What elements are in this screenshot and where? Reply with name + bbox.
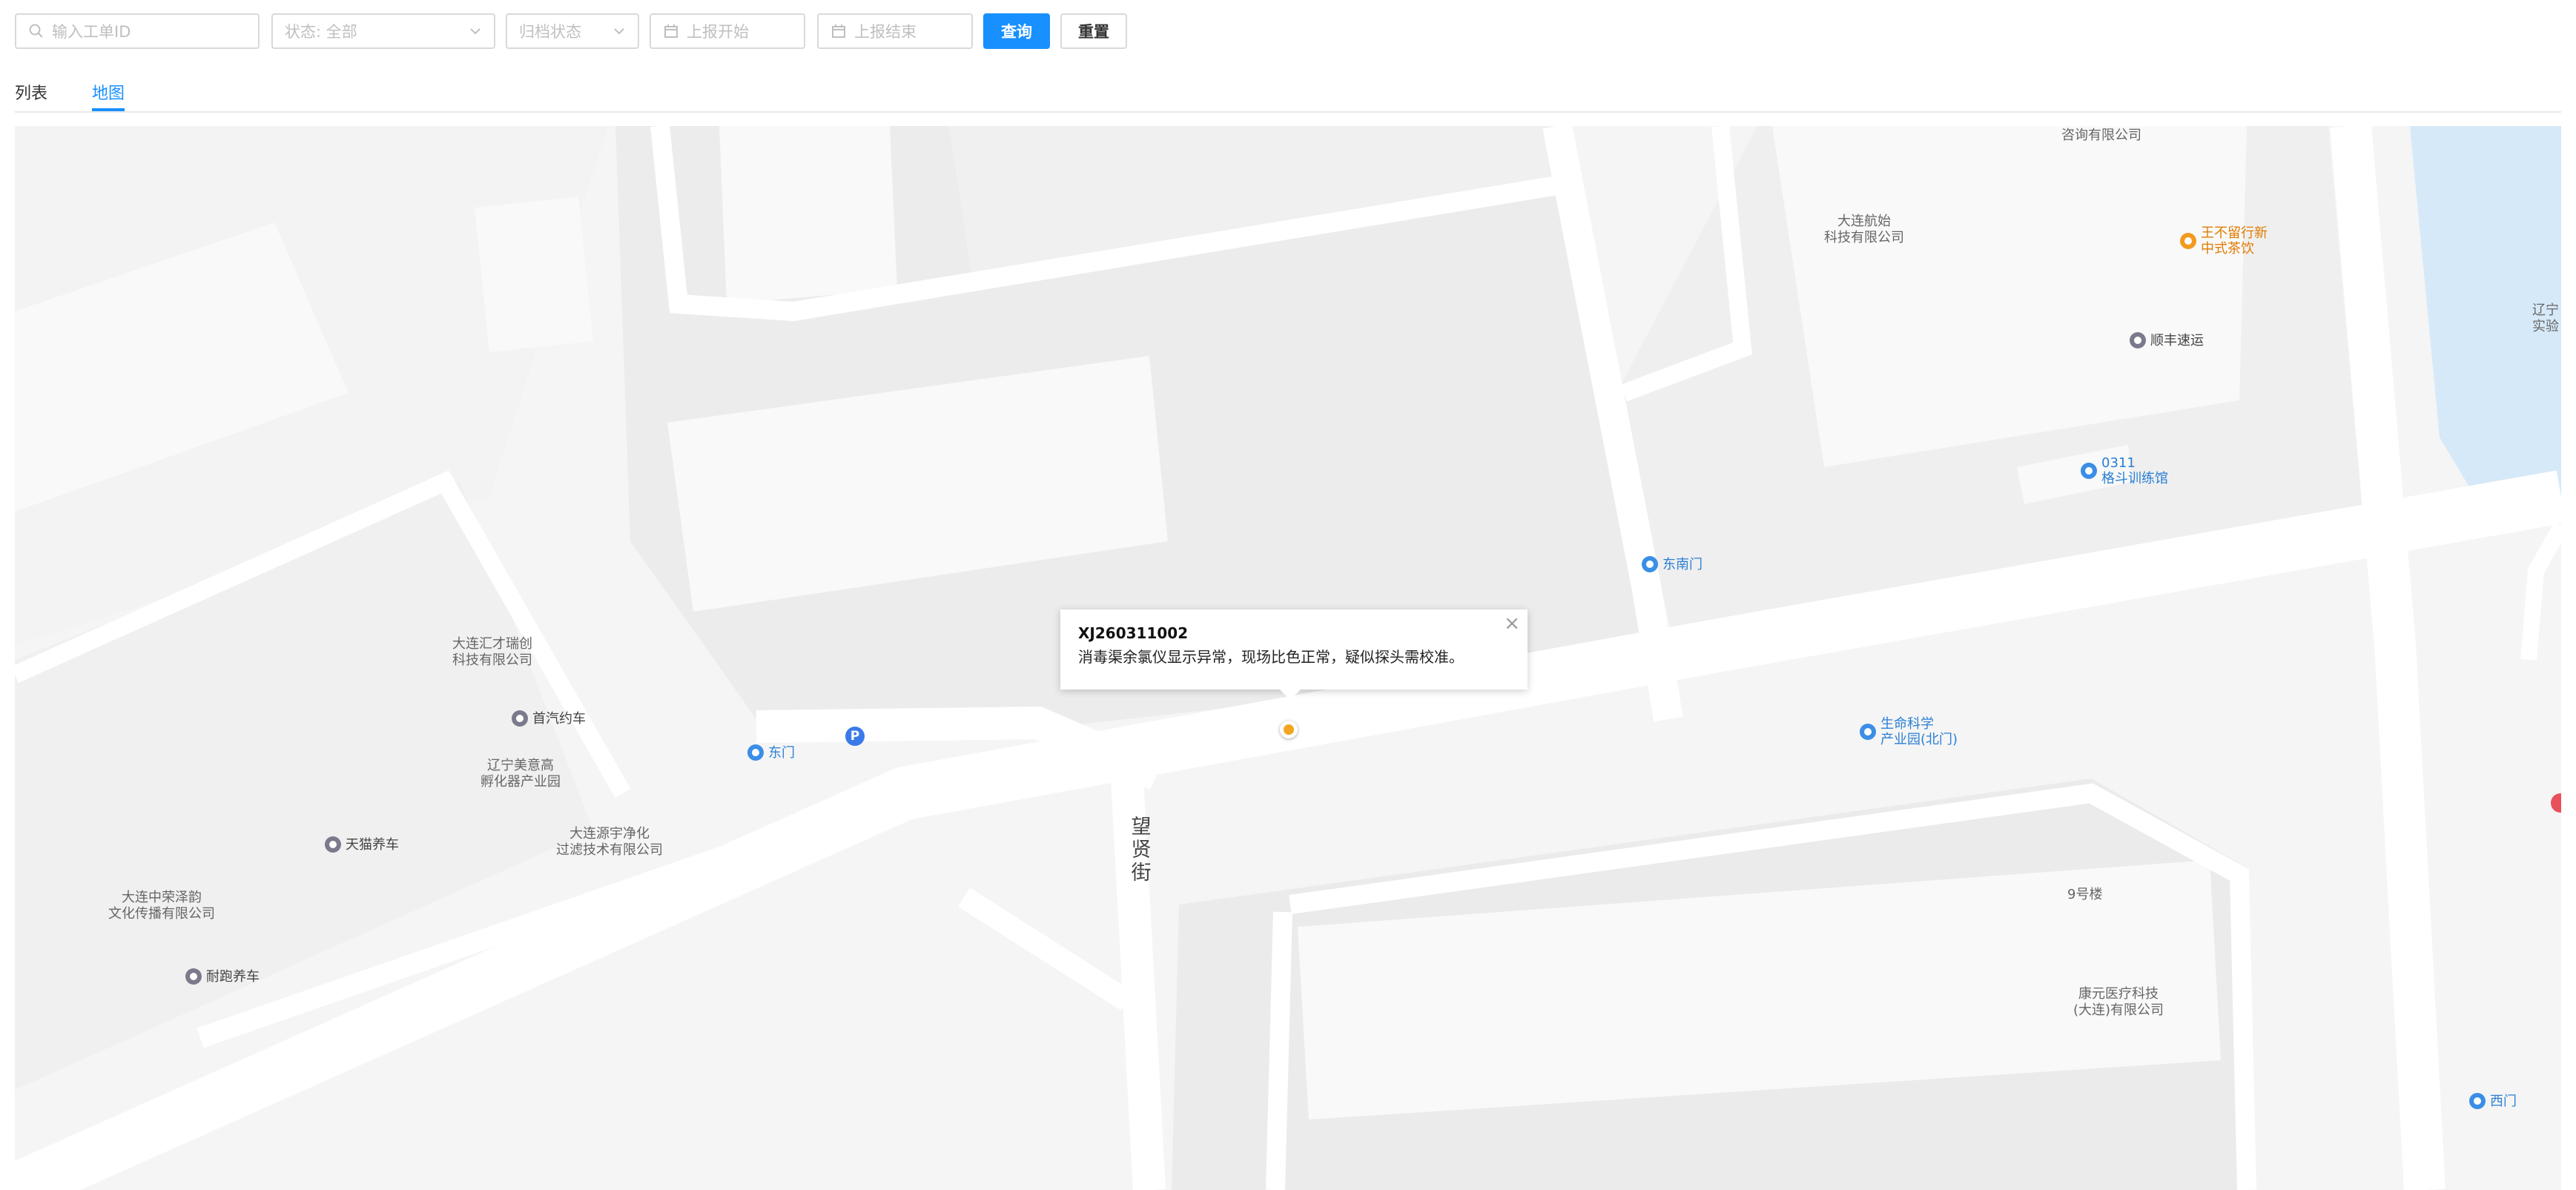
active-tab-indicator (92, 108, 125, 111)
tab-map[interactable]: 地图 (92, 80, 125, 104)
tea-icon (2180, 233, 2196, 249)
poi-car-service[interactable]: 天猫养车 (325, 836, 399, 853)
map-label: 大连航始 科技有限公司 (1824, 214, 1904, 245)
gate-icon (747, 744, 764, 761)
calendar-icon (832, 24, 845, 38)
search-icon (29, 24, 43, 38)
gate-icon (1642, 556, 1658, 572)
car-icon (512, 710, 528, 727)
report-end-date-input[interactable]: 上报结束 (817, 13, 973, 49)
chevron-down-icon (614, 28, 624, 35)
map-view[interactable]: 咨询有限公司 大连航始 科技有限公司 辽宁 实验 大连汇才瑞创 科技有限公司 辽… (15, 126, 2561, 1190)
filter-toolbar: 输入工单ID 状态: 全部 归档状态 上报开始 上报结束 查询 重置 (0, 0, 2576, 62)
status-select[interactable]: 状态: 全部 (271, 13, 495, 49)
ticket-info-popup: XJ260311002 消毒渠余氯仪显示异常，现场比色正常，疑似探头需校准。 × (1060, 609, 1528, 700)
poi-southeast-gate[interactable]: 东南门 (1642, 556, 1703, 572)
poi-car-service[interactable]: 耐跑养车 (185, 968, 260, 985)
popup-pointer (1280, 690, 1301, 700)
tab-list[interactable]: 列表 (15, 80, 47, 104)
popup-description: 消毒渠余氯仪显示异常，现场比色正常，疑似探头需校准。 (1078, 648, 1464, 666)
map-label: 大连汇才瑞创 科技有限公司 (452, 636, 532, 668)
parking-icon[interactable]: P (845, 727, 865, 746)
poi-express[interactable]: 顺丰速运 (2130, 332, 2204, 348)
reset-button[interactable]: 重置 (1060, 13, 1127, 49)
poi-west-gate[interactable]: 西门 (2469, 1093, 2517, 1109)
ticket-id-input[interactable]: 输入工单ID (15, 13, 260, 49)
map-label: 辽宁 实验 (2532, 303, 2559, 334)
delivery-icon (2130, 332, 2146, 348)
archive-status-select[interactable]: 归档状态 (506, 13, 639, 49)
gym-icon (2081, 463, 2097, 479)
gate-icon (2469, 1093, 2486, 1109)
map-label: 辽宁美意高 孵化器产业园 (480, 758, 561, 790)
ticket-marker-icon[interactable] (1280, 721, 1298, 738)
popup-ticket-id: XJ260311002 (1078, 624, 1189, 642)
poi-life-science-park[interactable]: 生命科学 产业园(北门) (1860, 716, 1958, 747)
car-icon (325, 836, 341, 853)
street-name-label: 望 贤 街 (1131, 816, 1152, 885)
map-label: 9号楼 (2067, 887, 2103, 902)
poi-car-hailing[interactable]: 首汽约车 (512, 710, 586, 727)
poi-east-gate[interactable]: 东门 (747, 744, 795, 761)
poi-tea-shop[interactable]: 王不留行新 中式茶饮 (2180, 225, 2268, 257)
map-label: 大连中荣泽韵 文化传播有限公司 (108, 890, 215, 922)
view-tabs: 列表 地图 (15, 74, 2561, 113)
poi-fight-gym[interactable]: 0311 格斗训练馆 (2081, 455, 2168, 486)
gate-icon (1860, 724, 1876, 740)
map-label: 康元医疗科技 (大连)有限公司 (2073, 986, 2164, 1018)
calendar-icon (664, 24, 678, 38)
map-label: 咨询有限公司 (2061, 128, 2141, 143)
car-icon (185, 968, 202, 985)
close-icon[interactable]: × (1504, 612, 1520, 635)
map-label: 大连源宇净化 过滤技术有限公司 (556, 826, 663, 858)
query-button[interactable]: 查询 (983, 13, 1050, 49)
chevron-down-icon (470, 28, 480, 35)
report-start-date-input[interactable]: 上报开始 (650, 13, 805, 49)
